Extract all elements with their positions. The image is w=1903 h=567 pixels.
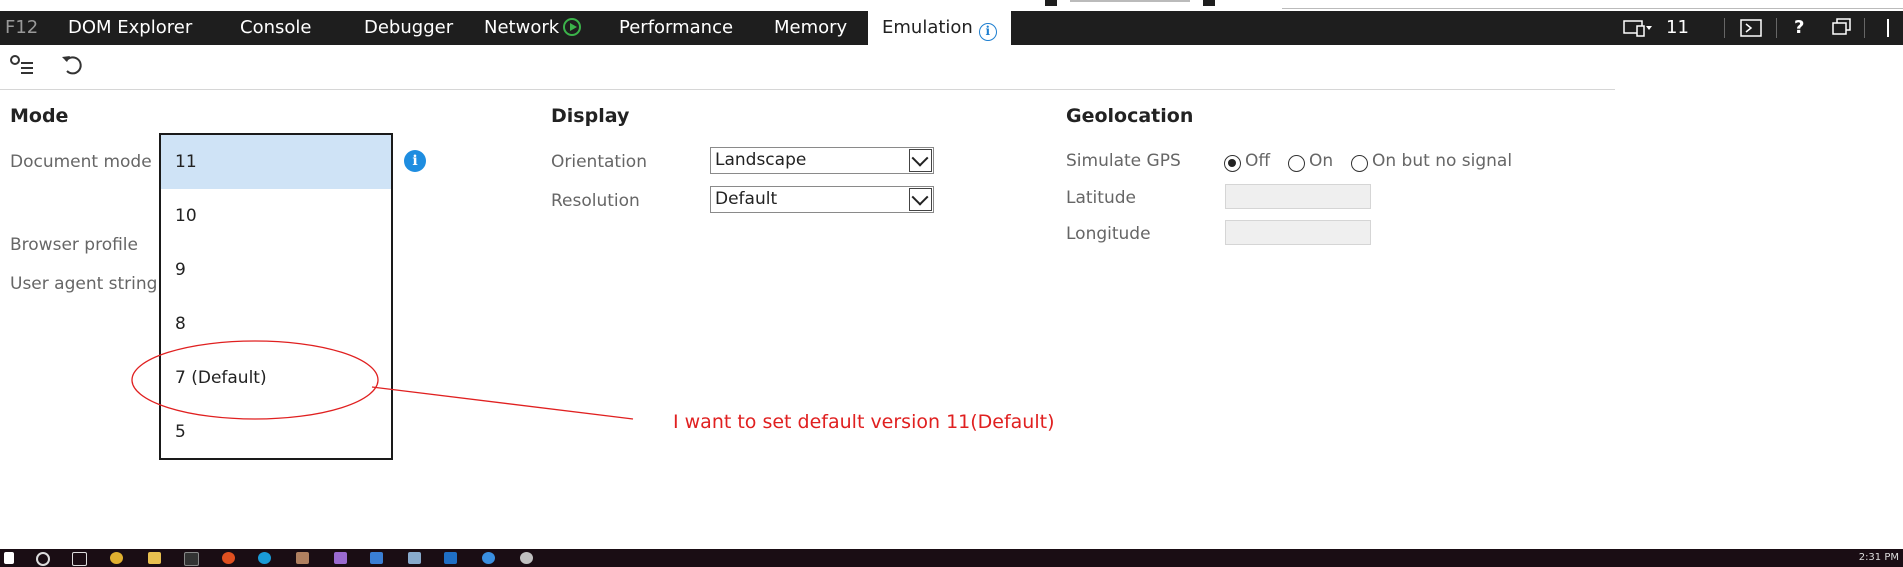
- terminal-icon[interactable]: [184, 552, 199, 566]
- folder-icon[interactable]: [148, 552, 161, 564]
- taskbar-clock[interactable]: 2:31 PM: [1859, 552, 1899, 563]
- task-view-icon[interactable]: [72, 552, 87, 566]
- windows-start-icon[interactable]: [4, 552, 14, 564]
- app-icon[interactable]: [520, 552, 533, 564]
- chrome-icon[interactable]: [110, 552, 123, 564]
- outlook-icon[interactable]: [444, 552, 457, 564]
- firefox-icon[interactable]: [222, 552, 235, 564]
- annotation-ellipse: [131, 340, 379, 420]
- visual-studio-icon[interactable]: [370, 552, 383, 564]
- windows-taskbar: 2:31 PM: [0, 549, 1903, 567]
- annotation-pointer-line: [371, 386, 634, 420]
- app-icon[interactable]: [408, 552, 421, 564]
- annotation-text: I want to set default version 11(Default…: [673, 411, 1055, 433]
- internet-explorer-icon[interactable]: [482, 552, 495, 564]
- app-icon[interactable]: [334, 552, 347, 564]
- annotation-overlay: [131, 340, 634, 420]
- search-icon[interactable]: [36, 552, 50, 566]
- skype-icon[interactable]: [258, 552, 271, 564]
- app-icon[interactable]: [296, 552, 309, 564]
